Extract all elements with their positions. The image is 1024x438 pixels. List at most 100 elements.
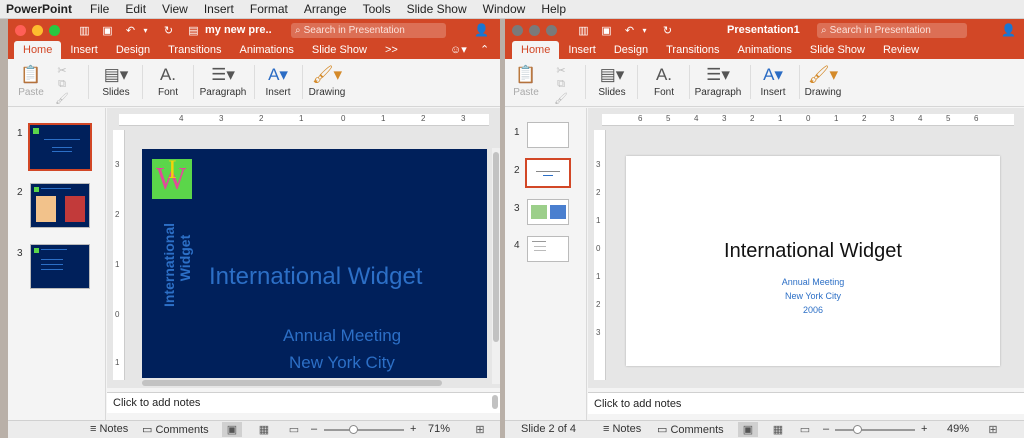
- slide-canvas[interactable]: W I International Widget International W…: [142, 149, 487, 378]
- paste-group[interactable]: 📋 Paste: [16, 63, 46, 98]
- slide-thumbnail-2[interactable]: [30, 183, 90, 228]
- zoom-slider[interactable]: [835, 429, 915, 431]
- sidebar-toggle-icon[interactable]: ▥: [78, 24, 91, 37]
- tab-design[interactable]: Design: [605, 44, 657, 59]
- comments-toggle[interactable]: ▭ Comments: [657, 423, 724, 436]
- slide-thumbnail-4[interactable]: [527, 236, 569, 262]
- redo-icon[interactable]: ↻: [162, 24, 175, 37]
- menu-insert[interactable]: Insert: [196, 2, 242, 16]
- paragraph-group[interactable]: ☰▾ Paragraph: [198, 63, 248, 98]
- zoom-window-button[interactable]: [546, 24, 557, 36]
- notes-toggle[interactable]: ≡ Notes: [603, 423, 641, 435]
- tab-animations[interactable]: Animations: [729, 44, 801, 59]
- collapse-ribbon-icon[interactable]: ⌃: [480, 43, 489, 56]
- redo-icon[interactable]: ↻: [661, 24, 674, 37]
- minimize-window-button[interactable]: [529, 24, 540, 36]
- tab-review[interactable]: Review: [874, 44, 928, 59]
- zoom-window-button[interactable]: [49, 24, 60, 36]
- tab-design[interactable]: Design: [107, 44, 159, 59]
- slide-thumbnail-3[interactable]: [30, 244, 90, 289]
- format-painter-icon[interactable]: 🖌: [55, 91, 69, 105]
- fit-to-window-icon[interactable]: ⊞: [470, 422, 490, 437]
- tab-more[interactable]: >>: [376, 44, 407, 59]
- undo-icon[interactable]: ↶: [623, 24, 636, 37]
- slide-title[interactable]: International Widget: [209, 263, 422, 291]
- undo-dropdown-icon[interactable]: ▾: [638, 24, 651, 37]
- font-group[interactable]: A. Font: [151, 63, 185, 98]
- cut-icon[interactable]: ✂: [57, 63, 66, 77]
- notes-pane[interactable]: Click to add notes: [588, 392, 1024, 414]
- slide-thumbnail-2[interactable]: [525, 158, 571, 188]
- tab-animations[interactable]: Animations: [231, 44, 303, 59]
- insert-group[interactable]: A▾ Insert: [755, 63, 791, 98]
- tab-insert[interactable]: Insert: [559, 44, 605, 59]
- zoom-percentage[interactable]: 71%: [428, 423, 450, 435]
- tab-home[interactable]: Home: [512, 41, 560, 59]
- menu-app-powerpoint[interactable]: PowerPoint: [0, 2, 82, 16]
- zoom-in-button[interactable]: +: [921, 423, 927, 435]
- menu-format[interactable]: Format: [242, 2, 296, 16]
- slide-subtitle-line-2[interactable]: New York City: [626, 291, 1000, 301]
- menu-arrange[interactable]: Arrange: [296, 2, 355, 16]
- insert-group[interactable]: A▾ Insert: [260, 63, 296, 98]
- smiley-feedback-icon[interactable]: ☺▾: [450, 43, 467, 56]
- copy-icon[interactable]: ⧉: [557, 77, 565, 91]
- widget-logo[interactable]: W I: [152, 155, 192, 199]
- normal-view-icon[interactable]: ▣: [738, 422, 758, 437]
- minimize-window-button[interactable]: [32, 24, 43, 36]
- zoom-slider-knob[interactable]: [853, 425, 862, 434]
- drawing-group[interactable]: 🖌▾ Drawing: [308, 63, 346, 98]
- scrollbar-thumb[interactable]: [493, 152, 499, 342]
- menu-help[interactable]: Help: [533, 2, 574, 16]
- paste-group[interactable]: 📋 Paste: [511, 63, 541, 98]
- slide-title[interactable]: International Widget: [626, 240, 1000, 263]
- slide-subtitle-line-2[interactable]: New York City: [289, 353, 395, 373]
- comments-toggle[interactable]: ▭ Comments: [142, 423, 209, 436]
- notes-toggle[interactable]: ≡ Notes: [90, 423, 128, 435]
- fit-to-window-icon[interactable]: ⊞: [983, 422, 1003, 437]
- slide-subtitle-line-1[interactable]: Annual Meeting: [283, 326, 401, 346]
- tab-slide-show[interactable]: Slide Show: [801, 44, 874, 59]
- close-window-button[interactable]: [15, 24, 26, 36]
- zoom-out-button[interactable]: –: [311, 423, 317, 435]
- menu-file[interactable]: File: [82, 2, 117, 16]
- slide-subtitle-line-3[interactable]: 2006: [626, 305, 1000, 315]
- save-icon[interactable]: ▣: [101, 24, 114, 37]
- paragraph-group[interactable]: ☰▾ Paragraph: [693, 63, 743, 98]
- slide-thumbnail-3[interactable]: [527, 199, 569, 225]
- undo-dropdown-icon[interactable]: ▾: [139, 24, 152, 37]
- slide-subtitle-line-1[interactable]: Annual Meeting: [626, 277, 1000, 287]
- sidebar-toggle-icon[interactable]: ▥: [577, 24, 590, 37]
- presenter-view-icon[interactable]: ▭: [284, 422, 304, 437]
- menu-view[interactable]: View: [154, 2, 196, 16]
- zoom-slider-knob[interactable]: [349, 425, 358, 434]
- font-group[interactable]: A. Font: [647, 63, 681, 98]
- menu-tools[interactable]: Tools: [355, 2, 399, 16]
- search-field[interactable]: ⌕ Search in Presentation: [291, 23, 446, 38]
- horizontal-scrollbar[interactable]: [142, 380, 442, 386]
- copy-icon[interactable]: ⧉: [58, 77, 66, 91]
- slide-sorter-icon[interactable]: ▦: [254, 422, 274, 437]
- close-window-button[interactable]: [512, 24, 523, 36]
- tab-transitions[interactable]: Transitions: [159, 44, 230, 59]
- normal-view-icon[interactable]: ▣: [222, 422, 242, 437]
- menu-edit[interactable]: Edit: [117, 2, 154, 16]
- save-icon[interactable]: ▣: [600, 24, 613, 37]
- zoom-percentage[interactable]: 49%: [947, 423, 969, 435]
- search-field[interactable]: ⌕ Search in Presentation: [817, 23, 967, 38]
- slides-group[interactable]: ▤▾ Slides: [594, 63, 630, 98]
- slide-sorter-icon[interactable]: ▦: [768, 422, 788, 437]
- slides-group[interactable]: ▤▾ Slides: [98, 63, 134, 98]
- zoom-out-button[interactable]: –: [823, 423, 829, 435]
- share-icon[interactable]: 👤: [474, 23, 489, 37]
- tab-slide-show[interactable]: Slide Show: [303, 44, 376, 59]
- cut-icon[interactable]: ✂: [556, 63, 565, 77]
- tab-transitions[interactable]: Transitions: [657, 44, 728, 59]
- share-icon[interactable]: 👤: [1001, 23, 1016, 37]
- tab-insert[interactable]: Insert: [61, 44, 107, 59]
- presenter-view-icon[interactable]: ▭: [795, 422, 815, 437]
- zoom-slider[interactable]: [324, 429, 404, 431]
- undo-icon[interactable]: ↶: [124, 24, 137, 37]
- zoom-in-button[interactable]: +: [410, 423, 416, 435]
- drawing-group[interactable]: 🖌▾ Drawing: [804, 63, 842, 98]
